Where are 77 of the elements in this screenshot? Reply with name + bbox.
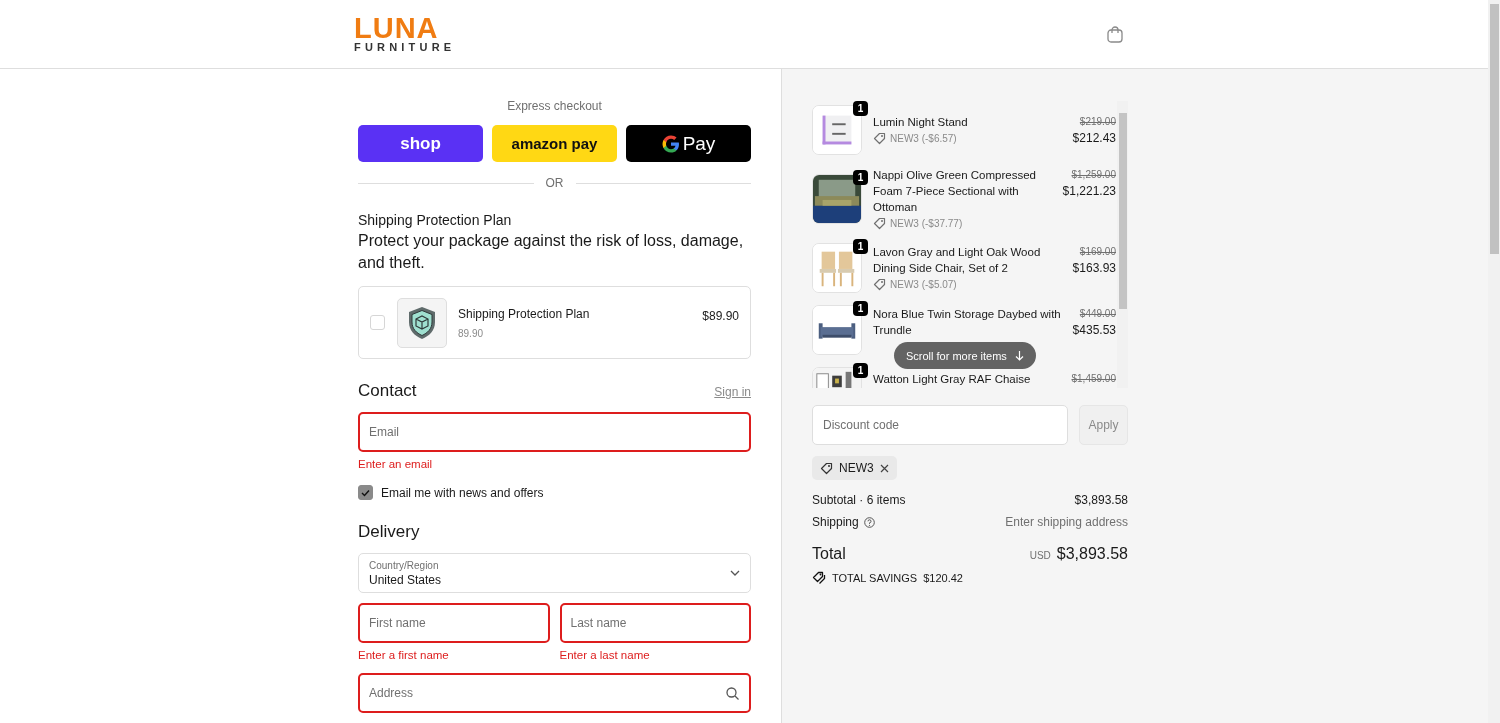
total-label: Total	[812, 545, 846, 563]
check-icon	[361, 488, 370, 497]
product-name: Watton Light Gray RAF Chaise	[873, 372, 1032, 387]
option-price-note: 89.90	[458, 328, 485, 339]
search-icon	[726, 687, 739, 700]
google-g-icon	[661, 134, 680, 153]
discount-text: NEW3 (-$5.07)	[890, 278, 957, 290]
quantity-badge: 1	[853, 239, 868, 254]
logo-tagline: FURNITURE	[354, 42, 456, 53]
product-name: Nappi Olive Green Compressed Foam 7-Piece Sectional with Ottoman	[873, 168, 1037, 215]
scroll-hint-button[interactable]: Scroll for more items	[894, 342, 1036, 369]
quantity-badge: 1	[853, 301, 868, 316]
product-price: $163.93	[1072, 260, 1116, 276]
product-name: Lumin Night Stand	[873, 115, 969, 130]
discount-code: NEW3	[839, 461, 874, 475]
tags-icon	[812, 571, 826, 584]
quantity-badge: 1	[853, 101, 868, 116]
input-field[interactable]: Last name	[559, 603, 751, 643]
chevron-down-icon	[730, 570, 740, 576]
arrow-down-icon	[1014, 350, 1024, 361]
option-name: Shipping Protection Plan	[458, 307, 591, 321]
shield-box-icon	[407, 305, 437, 340]
shipping-label: Shipping	[812, 515, 859, 529]
tag-icon	[873, 277, 886, 291]
quantity-badge: 1	[853, 170, 868, 185]
savings-value: $120.42	[923, 571, 963, 584]
divider-label: OR	[545, 176, 564, 190]
error-message: Enter a first name	[358, 649, 450, 661]
savings-label: TOTAL SAVINGS	[832, 571, 918, 584]
close-icon	[879, 463, 889, 473]
shipping-value: Enter shipping address	[1005, 515, 1128, 529]
subtotal-value: $3,893.58	[1074, 493, 1128, 507]
product-price: $435.53	[1072, 322, 1116, 338]
subtotal-label: Subtotal · 6 items	[812, 493, 906, 507]
error-message: Enter a last name	[559, 649, 651, 661]
section-title: Shipping Protection Plan	[358, 212, 513, 228]
checkbox-label: Email me with news and offers	[381, 485, 544, 500]
product-price: $212.43	[1072, 130, 1116, 146]
original-price: $169.00	[1079, 245, 1116, 259]
option-price: $89.90	[702, 308, 739, 323]
currency-code: USD	[1029, 550, 1051, 561]
list-scrollbar[interactable]	[1117, 101, 1128, 388]
original-price: $219.00	[1079, 115, 1116, 129]
original-price: $1,259.00	[1071, 168, 1116, 182]
description-text: Protect your package against the risk of loss, damage, and theft.	[358, 231, 745, 273]
remove-button[interactable]	[879, 463, 889, 473]
scrollbar[interactable]	[1488, 0, 1500, 723]
sign-in-link[interactable]: Sign in	[714, 385, 751, 399]
tag-icon	[873, 216, 886, 230]
section-heading: Delivery	[358, 522, 420, 542]
product-name: Nora Blue Twin Storage Daybed with Trundle	[873, 307, 1062, 338]
original-price: $449.00	[1079, 307, 1116, 321]
section-label: Express checkout	[507, 99, 602, 113]
input-field[interactable]: Email	[358, 412, 751, 452]
help-icon	[863, 516, 875, 528]
total-value: $3,893.58	[1056, 545, 1128, 563]
discount-text: NEW3 (-$37.77)	[890, 217, 963, 229]
original-price: $1,459.00	[1071, 372, 1116, 386]
discount-text: NEW3 (-$6.57)	[890, 132, 957, 144]
discount-code-field[interactable]: Discount code	[812, 405, 1068, 445]
input-field[interactable]: Address	[358, 673, 751, 713]
amazon-pay-button[interactable]: amazon pay	[492, 125, 617, 162]
error-message: Enter an email	[358, 458, 434, 470]
tag-icon	[820, 461, 833, 475]
field-label: Country/Region	[369, 559, 440, 571]
bag-icon[interactable]	[1107, 25, 1123, 43]
product-price: $1,221.23	[1062, 183, 1116, 199]
input-field[interactable]: First name	[358, 603, 550, 643]
google-pay-button[interactable]: Pay	[626, 125, 751, 162]
country-select[interactable]: Country/Region United States	[358, 553, 751, 593]
tag-icon	[873, 131, 886, 145]
shop-pay-button[interactable]: shop	[358, 125, 483, 162]
product-name: Lavon Gray and Light Oak Wood Dining Side Chair, Set of 2	[873, 245, 1042, 276]
checkbox[interactable]	[358, 485, 373, 500]
quantity-badge: 1	[853, 363, 868, 378]
section-heading: Contact	[358, 381, 417, 401]
field-value: United States	[369, 572, 442, 587]
